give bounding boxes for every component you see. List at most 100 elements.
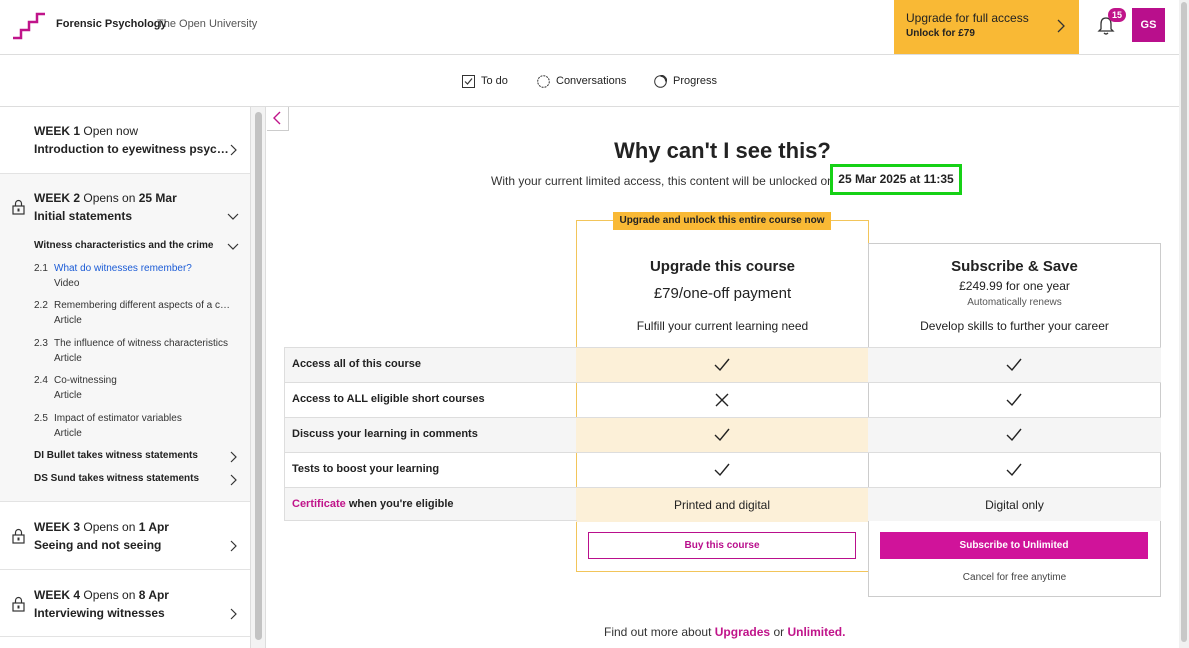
tab-label: To do [481,75,508,87]
tabs-bar: To do Conversations Progress [0,55,1179,107]
week-name: Seeing and not seeing [34,538,162,552]
upgrades-link[interactable]: Upgrades [715,625,770,639]
sidebar-week-1[interactable]: WEEK 1 Open now Introduction to eyewitne… [0,107,250,174]
feature-label: Access to ALL eligible short courses [292,393,485,405]
cancel-anytime-note: Cancel for free anytime [962,572,1067,583]
sidebar-week-4[interactable]: WEEK 4 Opens on 8 Apr Interviewing witne… [0,570,250,637]
chevron-right-icon [230,540,237,552]
feature-label: Tests to boost your learning [292,463,440,475]
collapse-sidebar-button[interactable] [267,107,289,131]
comparison-table: Access all of this course Access to ALL … [284,347,1161,522]
course-org: The Open University [157,18,258,30]
subscribe-plan-price: £249.99 for one year [959,279,1070,293]
chevron-right-icon [230,474,237,486]
step-link[interactable]: Co-witnessing [54,375,117,386]
lock-icon [12,199,25,215]
upgrade-plan-price: £79/one-off payment [653,285,792,302]
step-number: 2.2 [34,300,48,311]
week-name: Interviewing witnesses [34,606,165,620]
step-link[interactable]: What do witnesses remember? [54,263,192,274]
step-type: Article [54,353,82,364]
step-link[interactable]: Remembering different aspects of a c… [54,300,230,311]
sidebar-section[interactable]: DS Sund takes witness statements [34,473,199,484]
checkbox-icon [462,74,475,88]
course-title[interactable]: Forensic Psychology [56,18,167,30]
step-link[interactable]: Impact of estimator variables [54,413,182,424]
page-scrollbar[interactable] [1179,0,1189,648]
buy-course-button[interactable]: Buy this course [588,532,856,559]
tab-label: Progress [673,75,718,87]
sidebar-scrollbar[interactable] [251,107,266,648]
check-icon [1006,393,1022,407]
table-row: Certificate when you're eligible Printed… [284,487,1161,522]
step-number: 2.4 [34,375,48,386]
tab-label: Conversations [556,75,627,87]
check-icon [1006,463,1022,477]
check-icon [714,463,730,477]
chevron-right-icon [230,144,237,156]
sidebar-week-3[interactable]: WEEK 3 Opens on 1 Apr Seeing and not see… [0,502,250,570]
sidebar-section[interactable]: DI Bullet takes witness statements [34,450,198,461]
table-row: Tests to boost your learning [284,452,1161,487]
table-row: Discuss your learning in comments [284,417,1161,453]
week-label: WEEK 3 Opens on 1 Apr [34,520,169,534]
chevron-right-icon [1057,19,1065,33]
subscribe-certificate-value: Digital only [985,498,1044,512]
step-link[interactable]: The influence of witness characteristics [54,338,228,349]
upgrade-plan-desc: Fulfill your current learning need [636,319,809,333]
chevron-down-icon[interactable] [227,213,239,220]
step-number: 2.5 [34,413,48,424]
page-title: Why can't I see this? [614,138,831,163]
avatar[interactable]: GS [1132,8,1165,42]
cross-icon [715,393,729,407]
table-row: Access to ALL eligible short courses [284,382,1161,417]
sidebar-scroll-thumb[interactable] [255,112,262,640]
unlock-date-highlight: 25 Mar 2025 at 11:35 [830,164,962,195]
upgrade-ribbon: Upgrade and unlock this entire course no… [613,212,831,230]
top-header: Forensic Psychology The Open University … [0,0,1179,55]
tab-conversations[interactable]: Conversations [537,73,626,89]
table-border [284,520,577,521]
chevron-down-icon[interactable] [227,243,239,250]
tab-progress[interactable]: Progress [654,73,717,89]
step-type: Article [54,390,82,401]
week-name: Introduction to eyewitness psyc… [34,142,229,156]
check-icon [1006,358,1022,372]
sidebar-week-2: WEEK 2 Opens on 25 Mar Initial statement… [0,174,250,502]
week-label: WEEK 4 Opens on 8 Apr [34,588,169,602]
chevron-right-icon [230,608,237,620]
lock-icon [12,596,25,612]
unlimited-link[interactable]: Unlimited. [787,625,845,639]
progress-ring-icon [654,74,667,88]
week-label: WEEK 1 Open now [34,124,139,138]
feature-label: Certificate when you're eligible [292,498,454,510]
week-name[interactable]: Initial statements [34,209,132,223]
check-icon [714,428,730,442]
page-scroll-thumb[interactable] [1181,2,1187,642]
subscribe-unlimited-button[interactable]: Subscribe to Unlimited [880,532,1148,559]
subscribe-plan-desc: Develop skills to further your career [920,319,1109,333]
upgrade-main-label: Upgrade for full access [906,11,1029,25]
upgrade-plan-title: Upgrade this course [649,258,796,275]
sidebar-section[interactable]: Witness characteristics and the crime [34,240,213,251]
upgrade-full-access-button[interactable]: Upgrade for full access Unlock for £79 [894,0,1079,54]
feature-label: Access all of this course [292,358,421,370]
course-sidebar: WEEK 1 Open now Introduction to eyewitne… [0,107,251,648]
chat-circle-icon [537,74,550,88]
upgrade-sub-label: Unlock for £79 [906,28,975,39]
step-type: Article [54,315,82,326]
check-icon [714,358,730,372]
step-number: 2.1 [34,263,48,274]
week-label: WEEK 2 Opens on 25 Mar [34,191,177,205]
notification-badge: 15 [1108,8,1126,22]
futurelearn-logo-icon[interactable] [12,8,46,40]
step-number: 2.3 [34,338,48,349]
subscribe-plan-title: Subscribe & Save [951,258,1078,275]
tab-to-do[interactable]: To do [462,73,508,89]
chevron-right-icon [230,451,237,463]
unlock-info-text: With your current limited access, this c… [491,174,834,188]
step-type: Video [54,278,80,289]
chevron-left-icon [273,111,281,125]
table-row: Access all of this course [284,347,1161,383]
certificate-link[interactable]: Certificate [292,498,346,510]
